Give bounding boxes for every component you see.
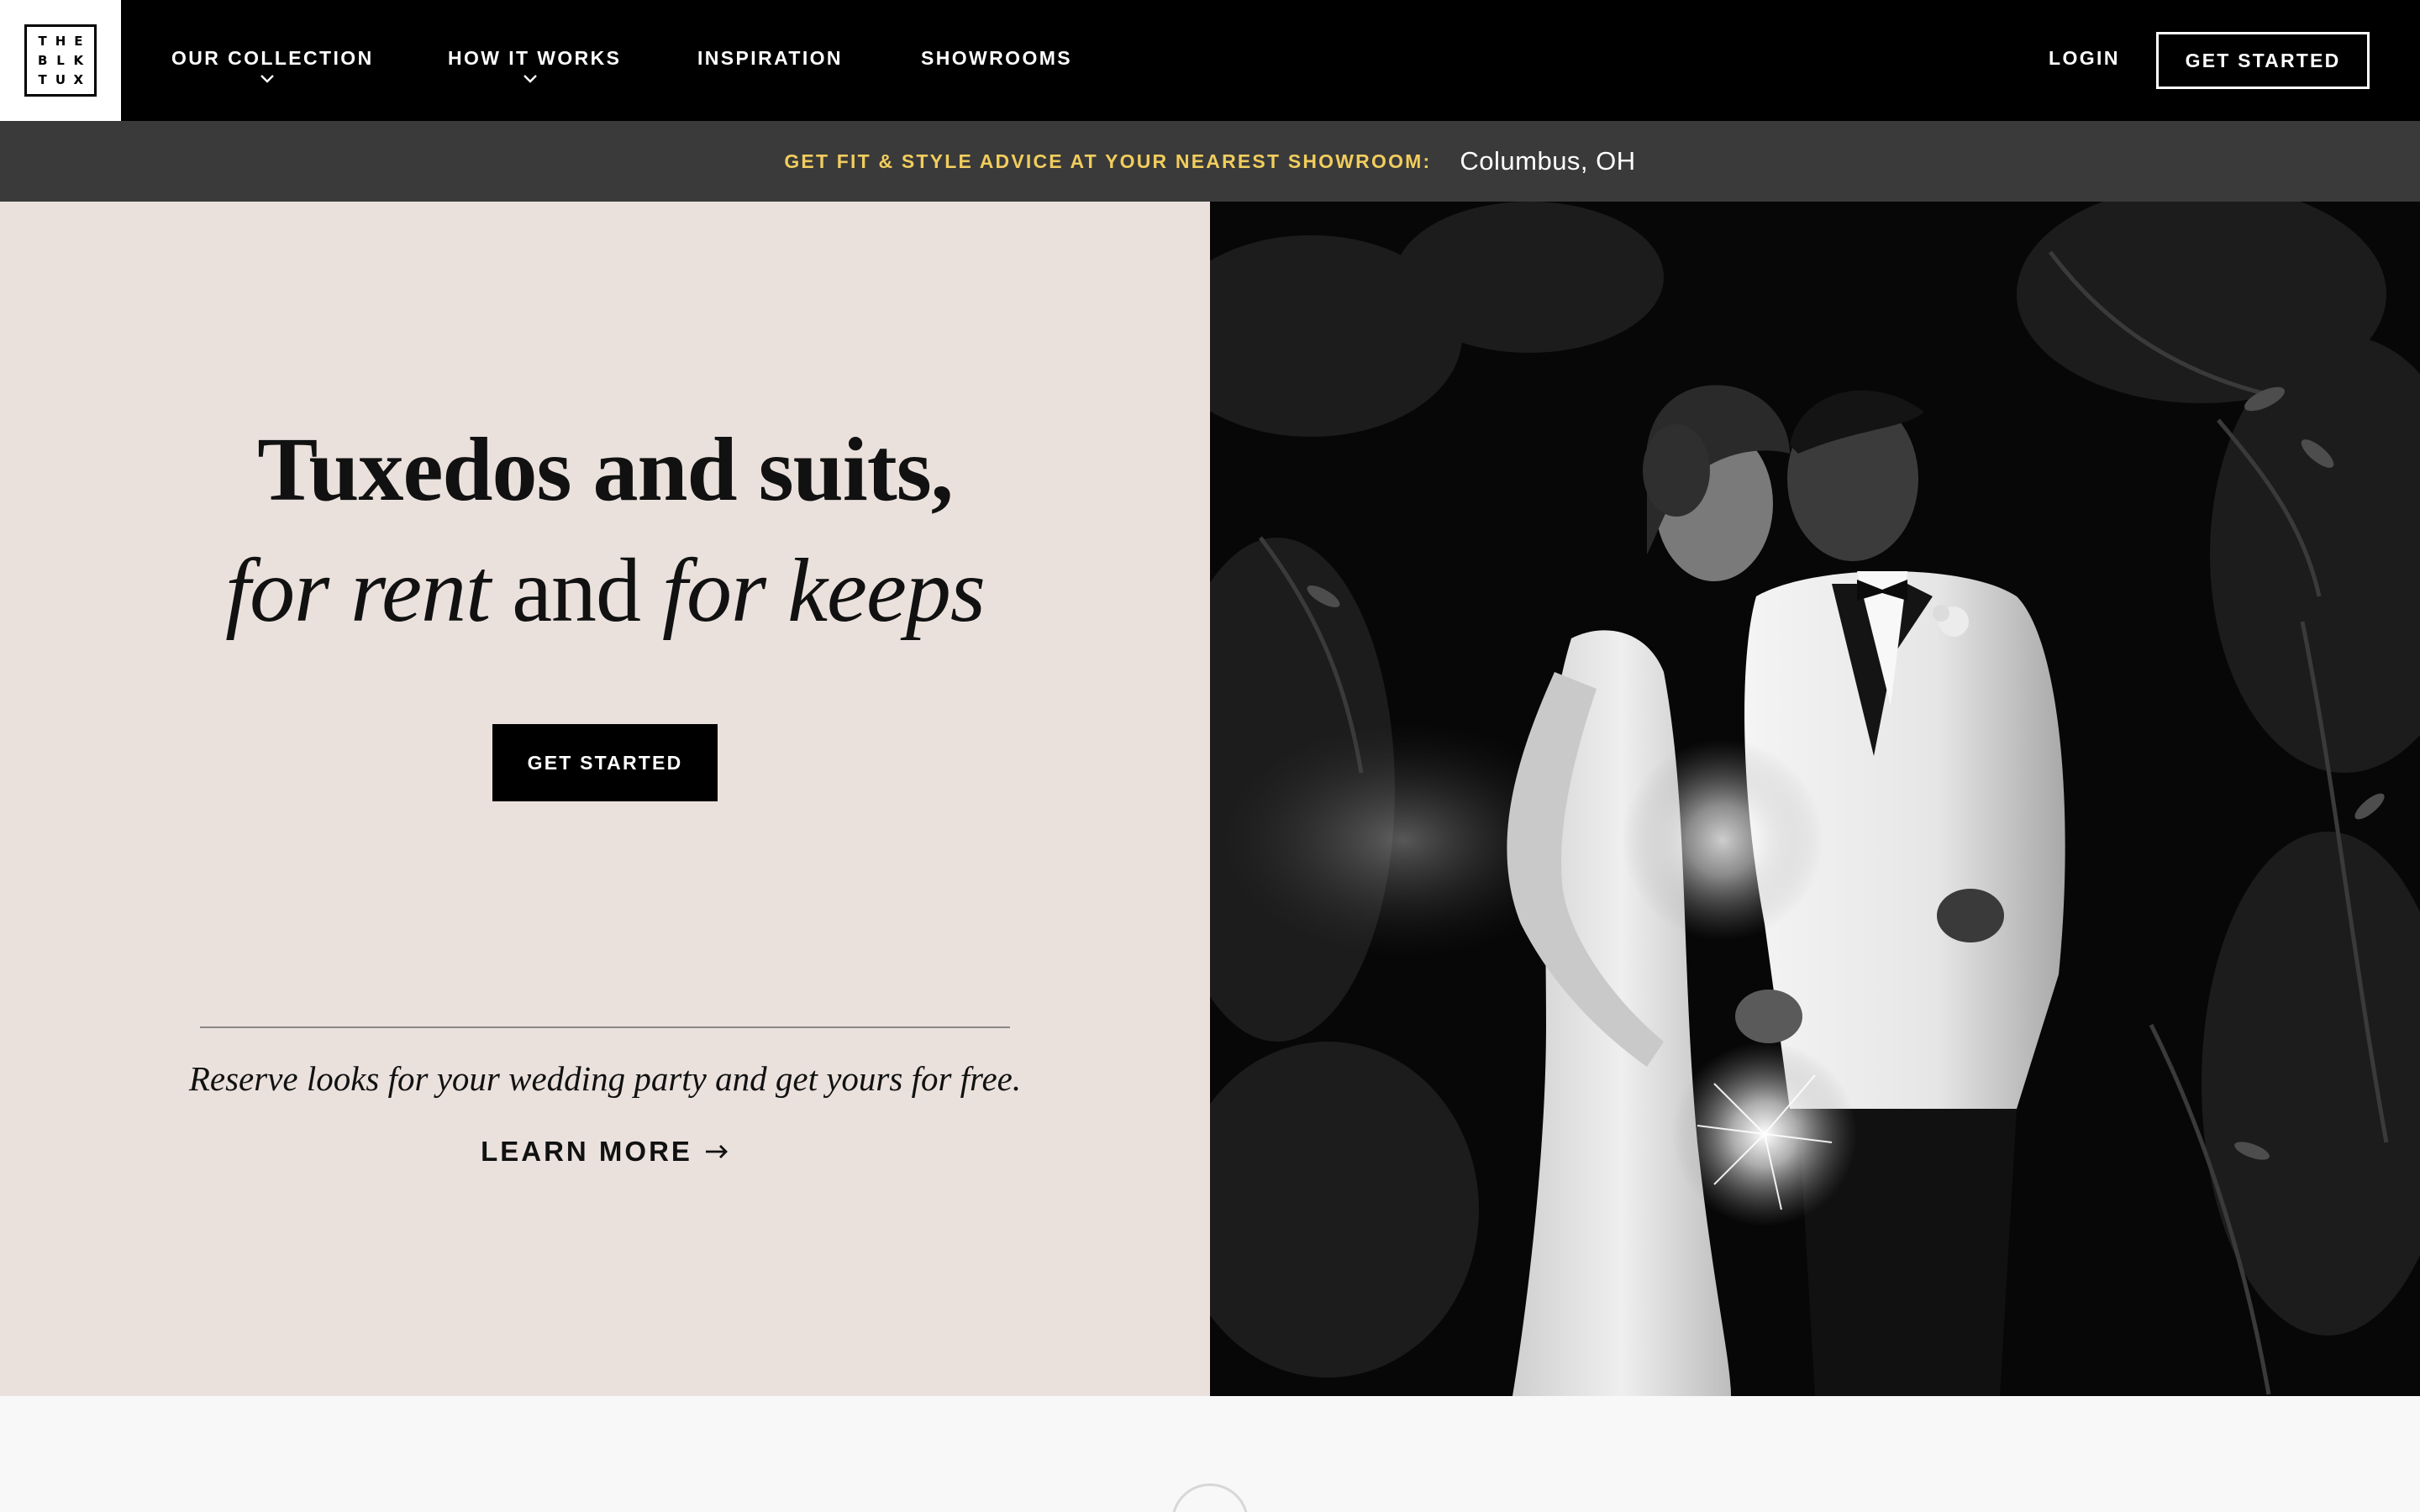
logo-letter: L <box>56 52 65 68</box>
the-black-tux-logo: T H E B L K T U X <box>24 24 97 97</box>
get-started-nav-button[interactable]: GET STARTED <box>2156 32 2370 89</box>
headline-and: and <box>490 541 663 641</box>
nav-our-collection[interactable]: OUR COLLECTION <box>171 47 374 70</box>
nav-showrooms[interactable]: SHOWROOMS <box>921 47 1072 70</box>
logo-letter: H <box>55 34 66 50</box>
logo-letter: U <box>55 71 66 87</box>
hero-headline: Tuxedos and suits, <box>257 420 953 520</box>
hero-content: Tuxedos and suits, for rent and for keep… <box>0 202 1210 1396</box>
logo-letter: X <box>73 71 84 87</box>
promo-label: GET FIT & STYLE ADVICE AT YOUR NEAREST S… <box>784 150 1432 172</box>
showroom-promo-bar: GET FIT & STYLE ADVICE AT YOUR NEAREST S… <box>0 121 2420 202</box>
hero-photo-couple-sparklers <box>1210 202 2420 1396</box>
circle-icon <box>1171 1483 1249 1512</box>
logo-letter: K <box>73 52 84 68</box>
logo-letter: T <box>38 34 47 50</box>
next-section <box>0 1396 2420 1512</box>
hero-subheadline: for rent and for keeps <box>0 539 1210 643</box>
get-started-hero-button[interactable]: GET STARTED <box>492 724 718 801</box>
chevron-down-icon <box>523 74 538 84</box>
logo-letter: T <box>38 71 47 87</box>
chevron-down-icon <box>260 74 275 84</box>
hero-divider <box>200 1026 1010 1028</box>
logo-letter: B <box>37 52 48 68</box>
nav-inspiration[interactable]: INSPIRATION <box>697 47 843 70</box>
arrow-right-icon <box>704 1143 729 1160</box>
login-link[interactable]: LOGIN <box>2049 47 2120 70</box>
showroom-location-link[interactable]: Columbus, OH <box>1460 146 1635 176</box>
top-navigation: T H E B L K T U X OUR COLLECTION HOW IT … <box>0 0 2420 121</box>
learn-more-label: LEARN MORE <box>481 1136 692 1167</box>
reserve-text: Reserve looks for your wedding party and… <box>188 1059 1022 1098</box>
headline-for-rent: for rent <box>225 541 491 641</box>
headline-for-keeps: for keeps <box>662 541 986 641</box>
logo-letter: E <box>74 34 83 50</box>
logo-link[interactable]: T H E B L K T U X <box>0 0 121 121</box>
nav-how-it-works[interactable]: HOW IT WORKS <box>448 47 621 70</box>
learn-more-link[interactable]: LEARN MORE <box>0 1136 1210 1168</box>
